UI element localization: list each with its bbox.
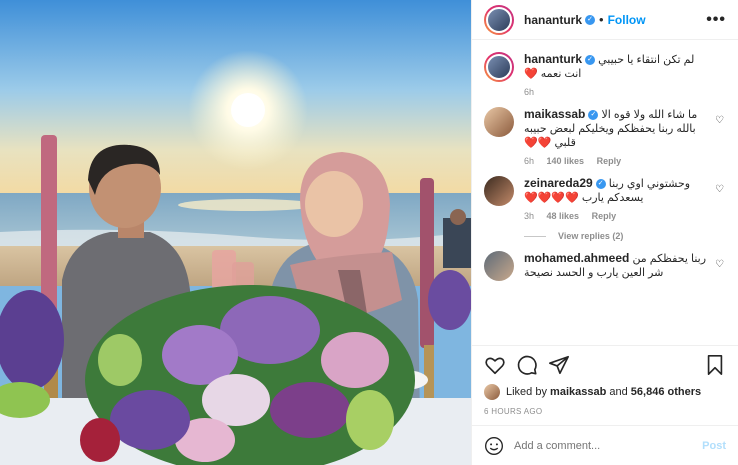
comment-username[interactable]: maikassab — [524, 107, 585, 121]
caption-time: 6h — [524, 87, 535, 97]
verified-badge-icon: ✓ — [588, 110, 599, 121]
likes-prefix: Liked by — [506, 386, 547, 398]
post-photo-image — [0, 0, 471, 465]
follow-button[interactable]: Follow — [608, 13, 646, 27]
comment-item: maikassab ✓ ما شاء الله ولا قوه الا بالله… — [484, 107, 726, 166]
liker-username[interactable]: maikassab — [550, 386, 606, 398]
add-comment-input[interactable] — [514, 439, 703, 452]
more-options-icon[interactable]: ••• — [706, 11, 726, 29]
post-details-panel: hananturk ✓ • Follow ••• hananturk ✓ لم ت… — [471, 0, 738, 465]
reply-button[interactable]: Reply — [592, 211, 617, 221]
view-replies-label: View replies (2) — [558, 231, 624, 241]
verified-badge-icon: ✓ — [595, 179, 606, 190]
likes-and: and — [609, 386, 628, 398]
reply-button[interactable]: Reply — [597, 156, 622, 166]
comment-username[interactable]: mohamed.ahmeed — [524, 251, 629, 265]
caption: hananturk ✓ لم تكن انتقاء يا حبيبي انت نع… — [484, 52, 726, 97]
comment-time: 3h — [524, 211, 535, 221]
commenter-avatar[interactable] — [484, 176, 514, 206]
comment-item: mohamed.ahmeed ربنا يحفظكم من شر العين ي… — [484, 251, 726, 281]
commenter-avatar[interactable] — [484, 107, 514, 137]
emoji-icon[interactable] — [484, 436, 504, 456]
like-comment-heart-icon[interactable]: ♡ — [715, 259, 724, 270]
post-timestamp[interactable]: 6 HOURS AGO — [472, 401, 738, 421]
post-comment-button[interactable]: Post — [702, 440, 726, 452]
post-photo[interactable] — [0, 0, 471, 465]
like-comment-heart-icon[interactable]: ♡ — [715, 115, 724, 126]
instagram-post-view: hananturk ✓ • Follow ••• hananturk ✓ لم ت… — [0, 0, 738, 465]
comment-time: 6h — [524, 156, 535, 166]
comment-item: zeinareda29 ✓ وحشتوني اوي ربنا يسعدكم يار… — [484, 176, 726, 221]
verified-badge-icon: ✓ — [585, 14, 596, 25]
view-replies-button[interactable]: View replies (2) — [524, 231, 726, 241]
post-header: hananturk ✓ • Follow ••• — [472, 0, 738, 40]
commenter-avatar[interactable] — [484, 251, 514, 281]
save-bookmark-icon[interactable] — [704, 354, 726, 376]
liker-avatar[interactable] — [484, 384, 500, 400]
comment-username[interactable]: zeinareda29 — [524, 176, 593, 190]
caption-avatar[interactable] — [484, 52, 514, 82]
likes-summary: Liked by maikassab and 56,846 others — [472, 383, 738, 401]
share-paper-plane-icon[interactable] — [548, 354, 570, 376]
comment-bubble-icon[interactable] — [516, 354, 538, 376]
likes-others[interactable]: 56,846 others — [631, 386, 701, 398]
post-actions-bar — [472, 345, 738, 383]
author-username[interactable]: hananturk — [524, 13, 582, 27]
separator-dot: • — [599, 12, 604, 27]
caption-username[interactable]: hananturk — [524, 52, 582, 66]
author-avatar[interactable] — [484, 4, 514, 35]
view-replies-line — [524, 235, 546, 237]
comment-likes[interactable]: 140 likes — [547, 156, 585, 166]
comment-likes[interactable]: 48 likes — [547, 211, 580, 221]
add-comment-bar: Post — [472, 425, 738, 465]
like-comment-heart-icon[interactable]: ♡ — [715, 184, 724, 195]
verified-badge-icon: ✓ — [585, 55, 596, 66]
like-heart-icon[interactable] — [484, 354, 506, 376]
comments-list[interactable]: hananturk ✓ لم تكن انتقاء يا حبيبي انت نع… — [472, 40, 738, 345]
